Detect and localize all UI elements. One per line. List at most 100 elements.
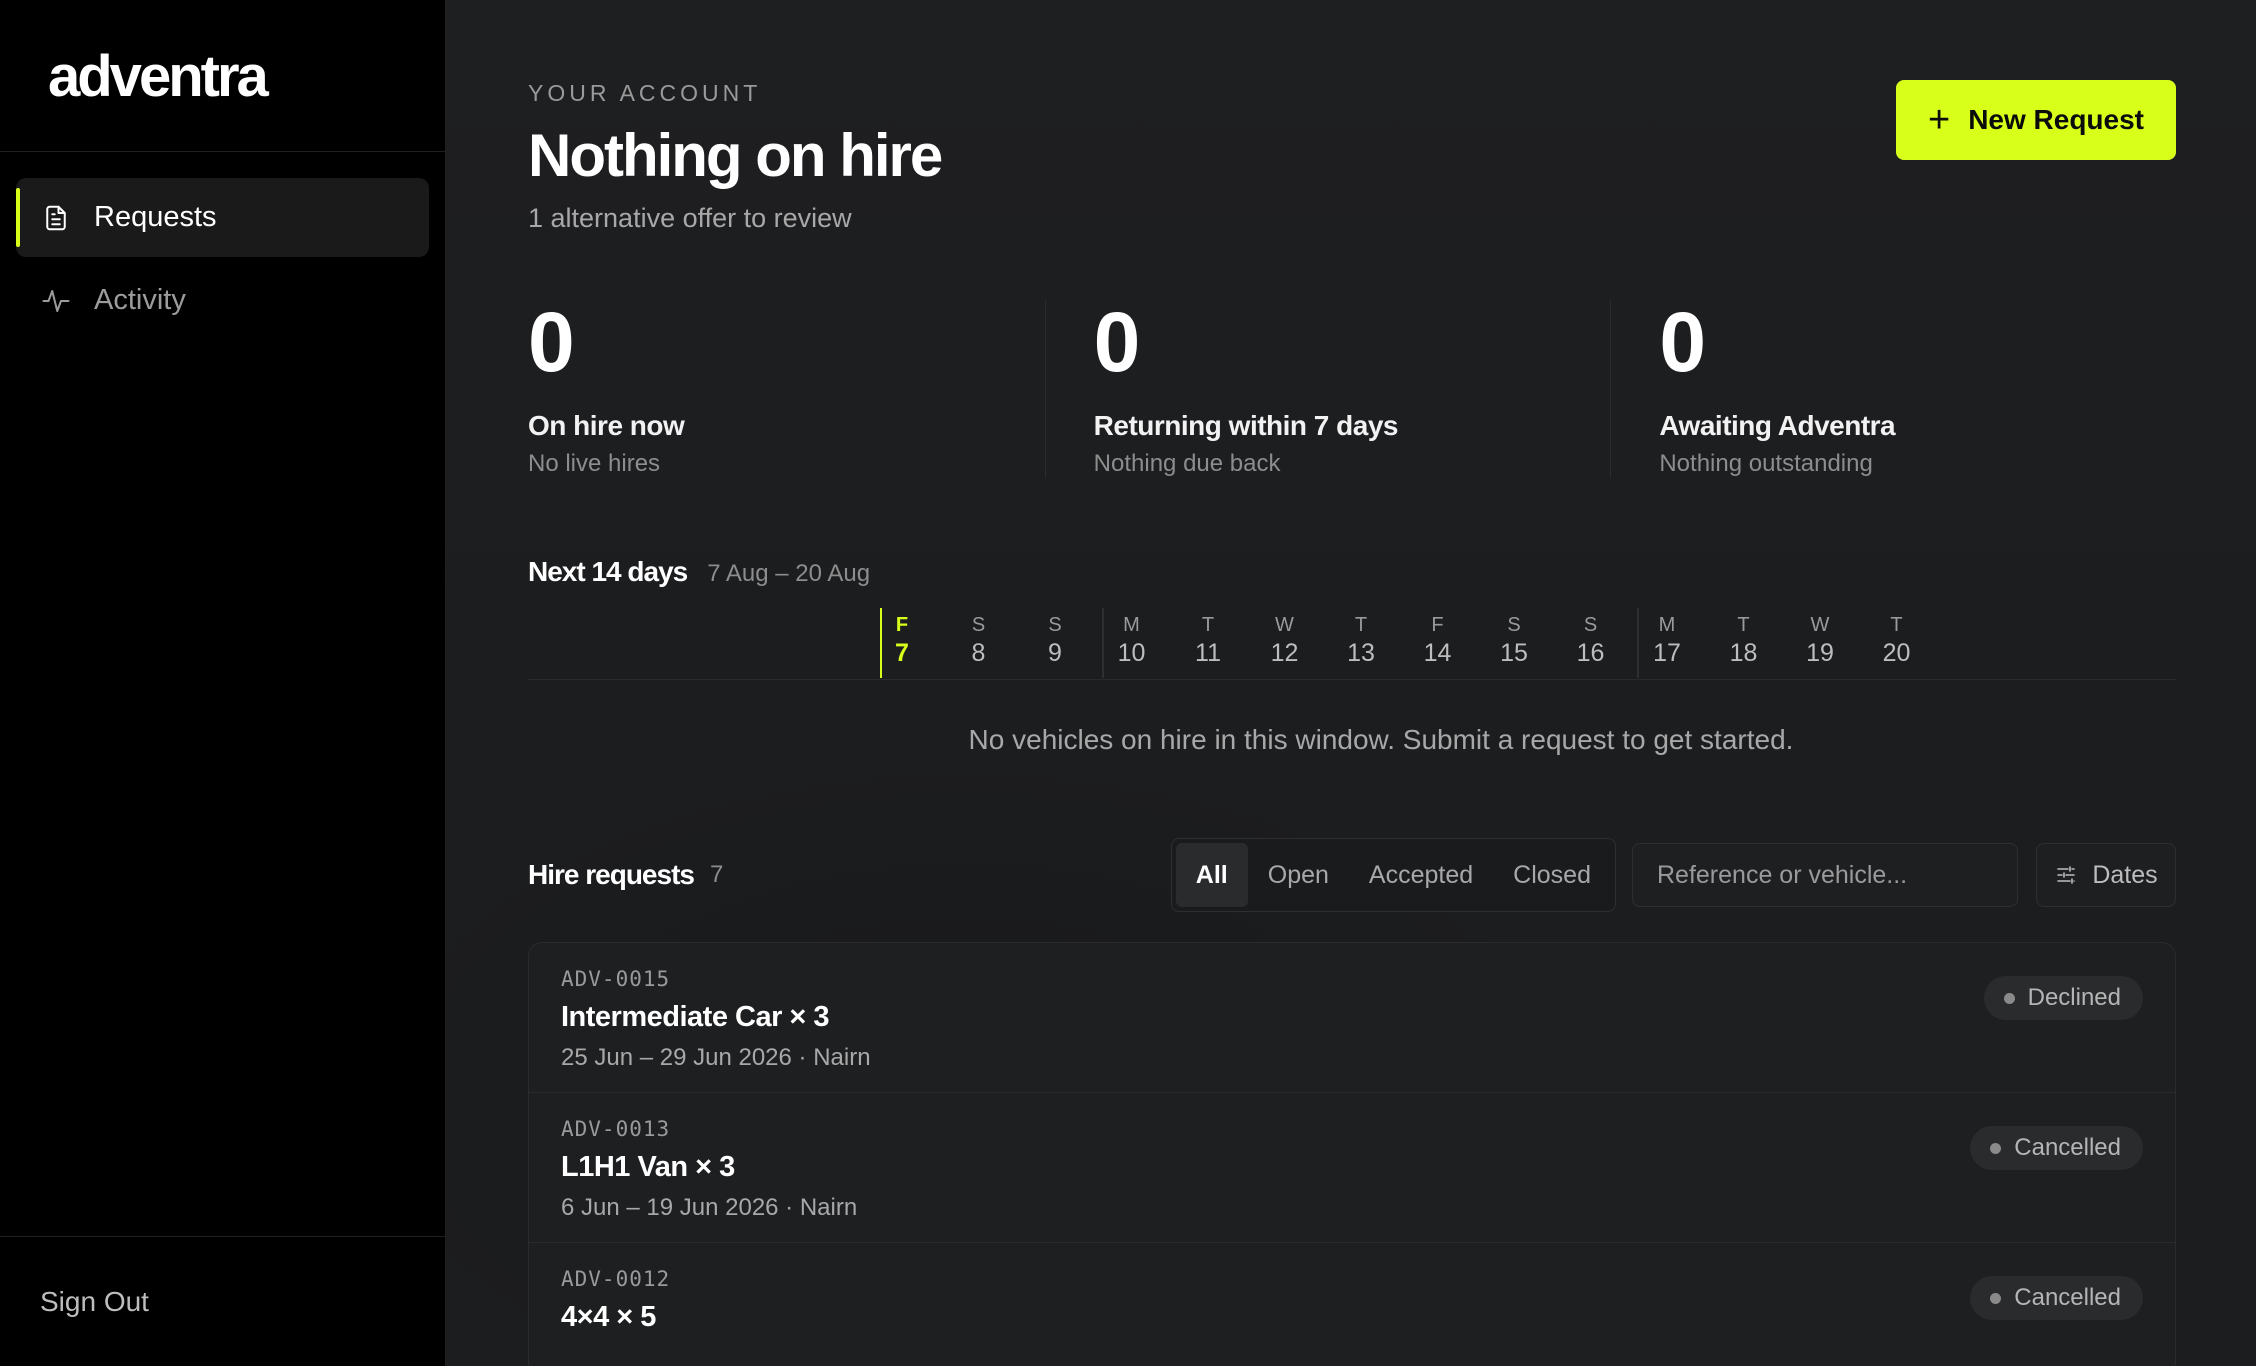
sidebar-item-label: Activity (94, 284, 186, 316)
search-input[interactable] (1632, 843, 2018, 907)
timeline-day: M 10 (1112, 614, 1152, 668)
stat-value: 0 (1659, 295, 1707, 389)
timeline-day: W 19 (1800, 614, 1840, 668)
day-of-week: F (1431, 614, 1444, 636)
sidebar: adventra Requests Activity Sign Out (0, 0, 446, 1366)
hire-window: Next 14 days 7 Aug – 20 Aug F 7 S 8 S 9 M 10 T 11… (528, 556, 2176, 756)
timeline-day: T 11 (1188, 614, 1228, 668)
day-of-week: W (1810, 614, 1830, 636)
app: adventra Requests Activity Sign Out YOUR… (0, 0, 2256, 1366)
activity-icon (40, 285, 72, 317)
stat-value: 0 (528, 295, 575, 389)
day-number: 16 (1576, 639, 1605, 667)
requests-title: Hire requests (528, 859, 695, 890)
window-range: 7 Aug – 20 Aug (707, 560, 871, 587)
day-number: 18 (1729, 639, 1758, 667)
request-ref: ADV-0012 (561, 1267, 671, 1291)
empty-window-message: No vehicles on hire in this window. Subm… (968, 724, 1794, 755)
day-of-week: S (1583, 614, 1598, 636)
day-number: 15 (1500, 639, 1528, 667)
timeline-day: S 15 (1494, 614, 1534, 668)
page-header: YOUR ACCOUNT Nothing on hire 1 alternati… (528, 0, 2176, 234)
status-badge: Declined (1983, 976, 2143, 1020)
day-number: 19 (1806, 639, 1834, 667)
timeline-day: S 16 (1571, 614, 1611, 668)
timeline-day: F 14 (1418, 614, 1458, 668)
timeline-day: T 20 (1877, 614, 1917, 668)
logo-area: adventra (0, 0, 445, 152)
document-icon (40, 202, 72, 234)
stat-sub: Nothing outstanding (1659, 450, 1873, 477)
day-of-week: S (1048, 614, 1062, 636)
new-request-button[interactable]: + New Request (1896, 80, 2176, 160)
requests-list: ADV-0015 Intermediate Car × 3 25 Jun – 2… (528, 942, 2176, 1366)
window-header: Next 14 days 7 Aug – 20 Aug (528, 556, 2176, 588)
request-meta: 25 Jun – 29 Jun 2026 · Nairn (561, 1044, 871, 1071)
sidebar-footer: Sign Out (0, 1236, 445, 1366)
status-filter-tabs: All Open Accepted Closed (1170, 838, 1616, 912)
day-of-week: W (1275, 614, 1294, 636)
brand-logo[interactable]: adventra (48, 48, 445, 106)
day-of-week: M (1123, 614, 1140, 636)
timeline-day: M 17 (1647, 614, 1687, 668)
day-of-week: S (971, 614, 986, 636)
timeline-day: T 18 (1724, 614, 1764, 668)
list-item[interactable]: ADV-0013 L1H1 Van × 3 6 Jun – 19 Jun 202… (529, 1093, 2175, 1243)
hire-requests: Hire requests 7 All Open Accepted Closed… (528, 838, 2176, 1366)
day-number: 7 (895, 639, 909, 667)
new-request-label: New Request (1968, 104, 2145, 135)
timeline-day: F7 (882, 614, 922, 668)
timeline-day: W 12 (1265, 614, 1305, 668)
stat-sub: Nothing due back (1093, 450, 1281, 477)
day-of-week: T (1354, 614, 1368, 636)
day-number: 17 (1653, 639, 1681, 667)
window-title: Next 14 days (528, 556, 688, 587)
week-divider (1637, 608, 1639, 678)
stat-sub: No live hires (528, 450, 661, 477)
day-number: 14 (1423, 639, 1452, 667)
request-vehicle: 4×4 × 5 (561, 1301, 656, 1333)
sidebar-item-label: Requests (94, 201, 217, 233)
stat-awaiting: 0 Awaiting Adventra Nothing outstanding (1610, 300, 2176, 478)
status-badge: Cancelled (1970, 1126, 2143, 1170)
page-subtitle[interactable]: 1 alternative offer to review (528, 203, 2176, 234)
stat-label: On hire now (528, 410, 685, 441)
stats-row: 0 On hire now No live hires 0 Returning … (528, 300, 2176, 478)
dates-label: Dates (2092, 860, 2158, 889)
stat-returning: 0 Returning within 7 days Nothing due ba… (1044, 295, 1611, 478)
filter-open[interactable]: Open (1248, 843, 1349, 907)
sidebar-item-requests[interactable]: Requests (16, 178, 429, 257)
day-of-week: T (1737, 614, 1750, 636)
status-badge: Cancelled (1970, 1276, 2143, 1320)
day-number: 20 (1882, 639, 1911, 667)
requests-header: Hire requests 7 All Open Accepted Closed… (528, 838, 2176, 912)
list-item[interactable]: ADV-0015 Intermediate Car × 3 25 Jun – 2… (529, 943, 2175, 1093)
request-ref: ADV-0013 (561, 1117, 671, 1141)
filter-closed[interactable]: Closed (1493, 843, 1611, 907)
stat-label: Returning within 7 days (1093, 410, 1399, 441)
day-number: 9 (1048, 639, 1062, 667)
day-of-week: S (1507, 614, 1521, 636)
plus-icon: + (1927, 99, 1951, 141)
request-vehicle: Intermediate Car × 3 (561, 1001, 830, 1033)
timeline-day: T 13 (1341, 614, 1381, 668)
dates-filter-button[interactable]: Dates (2036, 843, 2176, 907)
request-meta: 6 Jun – 19 Jun 2026 · Nairn (561, 1194, 858, 1221)
day-of-week: M (1658, 614, 1676, 636)
filter-all[interactable]: All (1175, 843, 1248, 907)
filter-accepted[interactable]: Accepted (1349, 843, 1493, 907)
day-number: 13 (1347, 639, 1375, 667)
stat-label: Awaiting Adventra (1659, 410, 1896, 441)
sliders-icon (2057, 866, 2076, 884)
timeline-day: S9 (1035, 614, 1075, 668)
sign-out-button[interactable]: Sign Out (40, 1286, 149, 1318)
sidebar-nav: Requests Activity (0, 152, 445, 344)
list-item[interactable]: ADV-0012 4×4 × 5 Cancelled (529, 1243, 2175, 1366)
week-divider (1101, 608, 1104, 678)
day-of-week: T (1890, 614, 1903, 636)
day-number: 10 (1117, 639, 1146, 667)
request-ref: ADV-0015 (561, 967, 671, 991)
sidebar-item-activity[interactable]: Activity (16, 261, 429, 340)
day-of-week: T (1201, 614, 1215, 636)
stat-value: 0 (1093, 295, 1141, 389)
